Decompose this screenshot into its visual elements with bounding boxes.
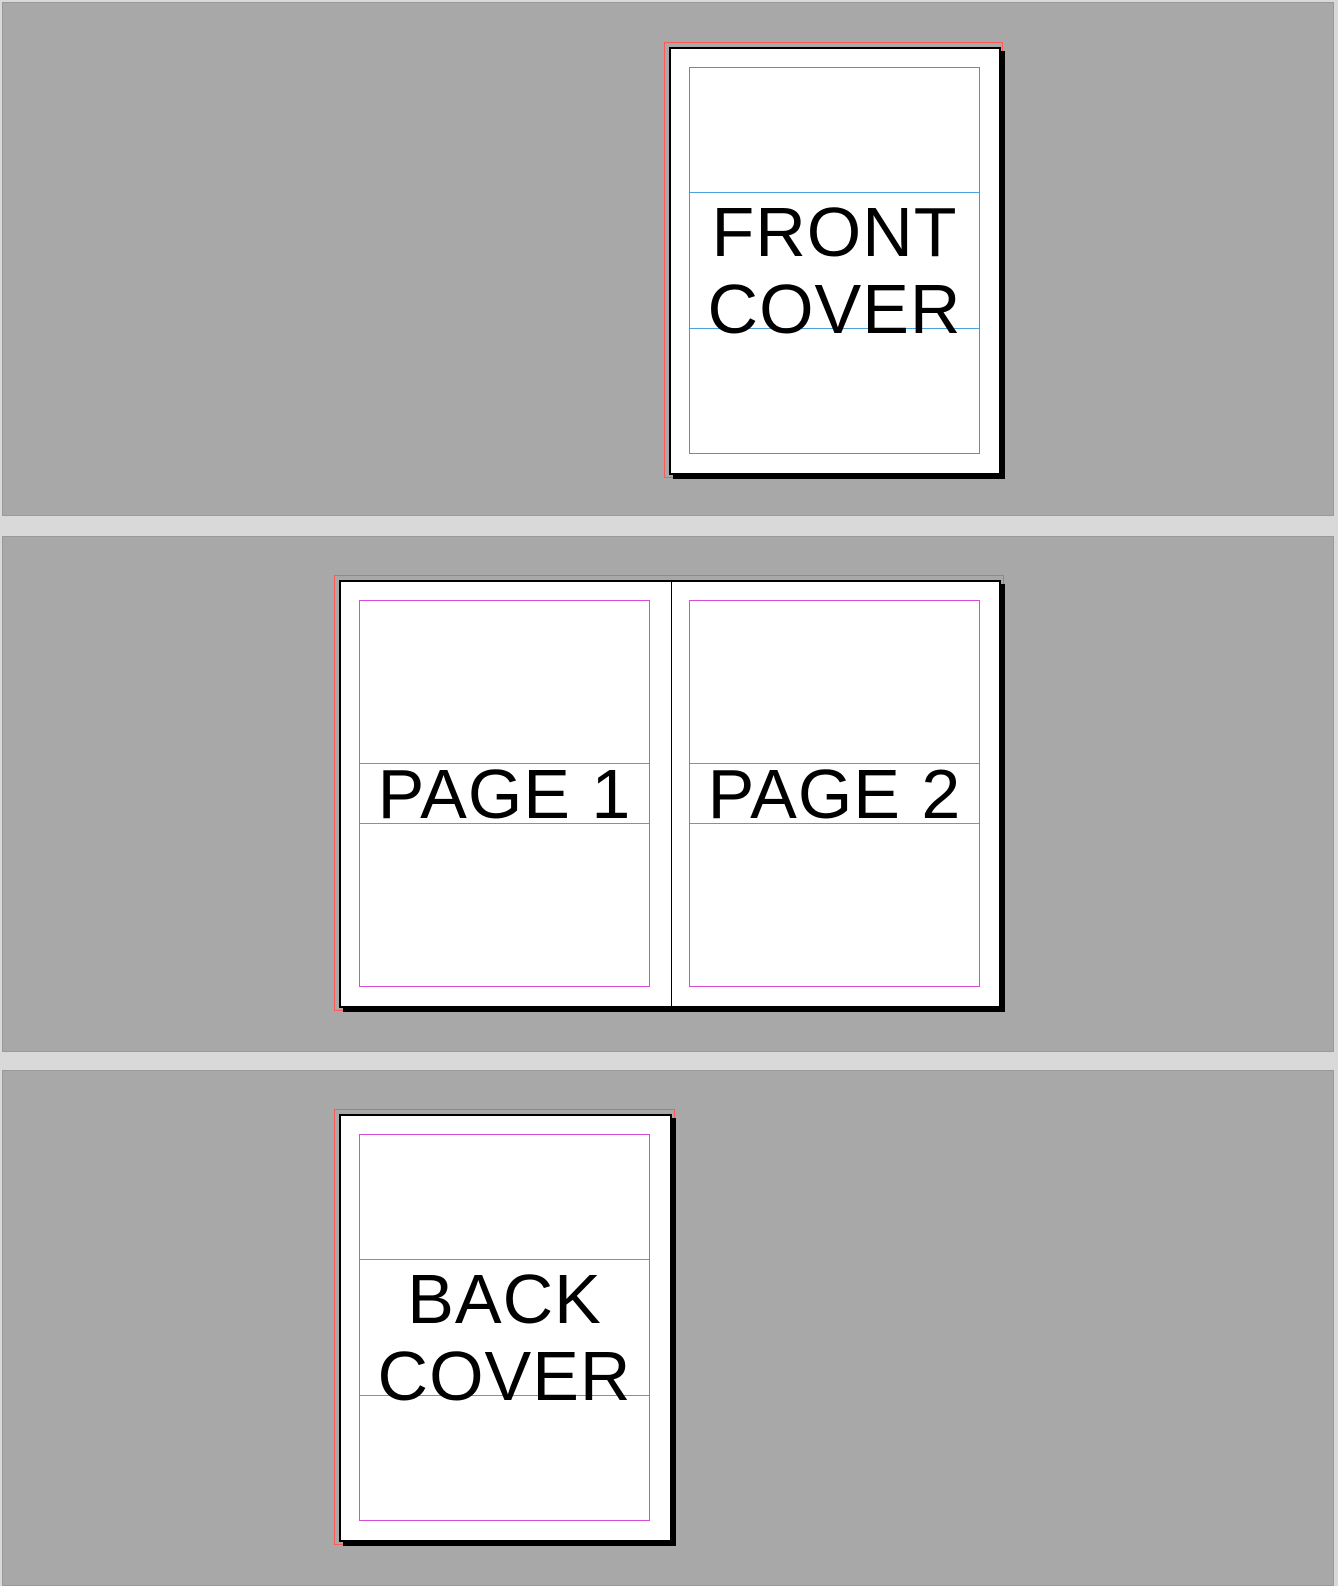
back-cover-text: BACK COVER [350,1261,659,1415]
back-cover-line-2: COVER [377,1337,632,1415]
margin-guide: BACK COVER [359,1134,650,1521]
page-front-cover[interactable]: FRONT COVER [669,47,1001,475]
page-back-cover[interactable]: BACK COVER [339,1114,672,1542]
back-cover-line-1: BACK [407,1260,602,1338]
pasteboard-spread-1: FRONT COVER [2,2,1334,516]
front-cover-line-1: FRONT [711,193,958,271]
interior-spread: PAGE 1 PAGE 2 [339,580,1001,1008]
text-frame-page-1[interactable]: PAGE 1 [360,756,649,833]
text-frame-back-cover[interactable]: BACK COVER [360,1259,649,1415]
margin-guide-page-2: PAGE 2 [689,600,980,987]
text-frame-front-cover[interactable]: FRONT COVER [690,192,979,348]
text-frame-page-2[interactable]: PAGE 2 [690,756,979,833]
margin-guide: FRONT COVER [689,67,980,454]
page-1-line-1: PAGE 1 [377,755,632,833]
front-cover-line-2: COVER [707,270,962,348]
margin-guide-page-1: PAGE 1 [359,600,650,987]
pasteboard-spread-2: PAGE 1 PAGE 2 [2,536,1334,1052]
spine-guide [671,582,672,1006]
page-2-text: PAGE 2 [680,756,989,833]
front-cover-text: FRONT COVER [680,194,989,348]
page-2-line-1: PAGE 2 [707,755,962,833]
page-1-text: PAGE 1 [350,756,659,833]
pasteboard-spread-3: BACK COVER [2,1070,1334,1586]
